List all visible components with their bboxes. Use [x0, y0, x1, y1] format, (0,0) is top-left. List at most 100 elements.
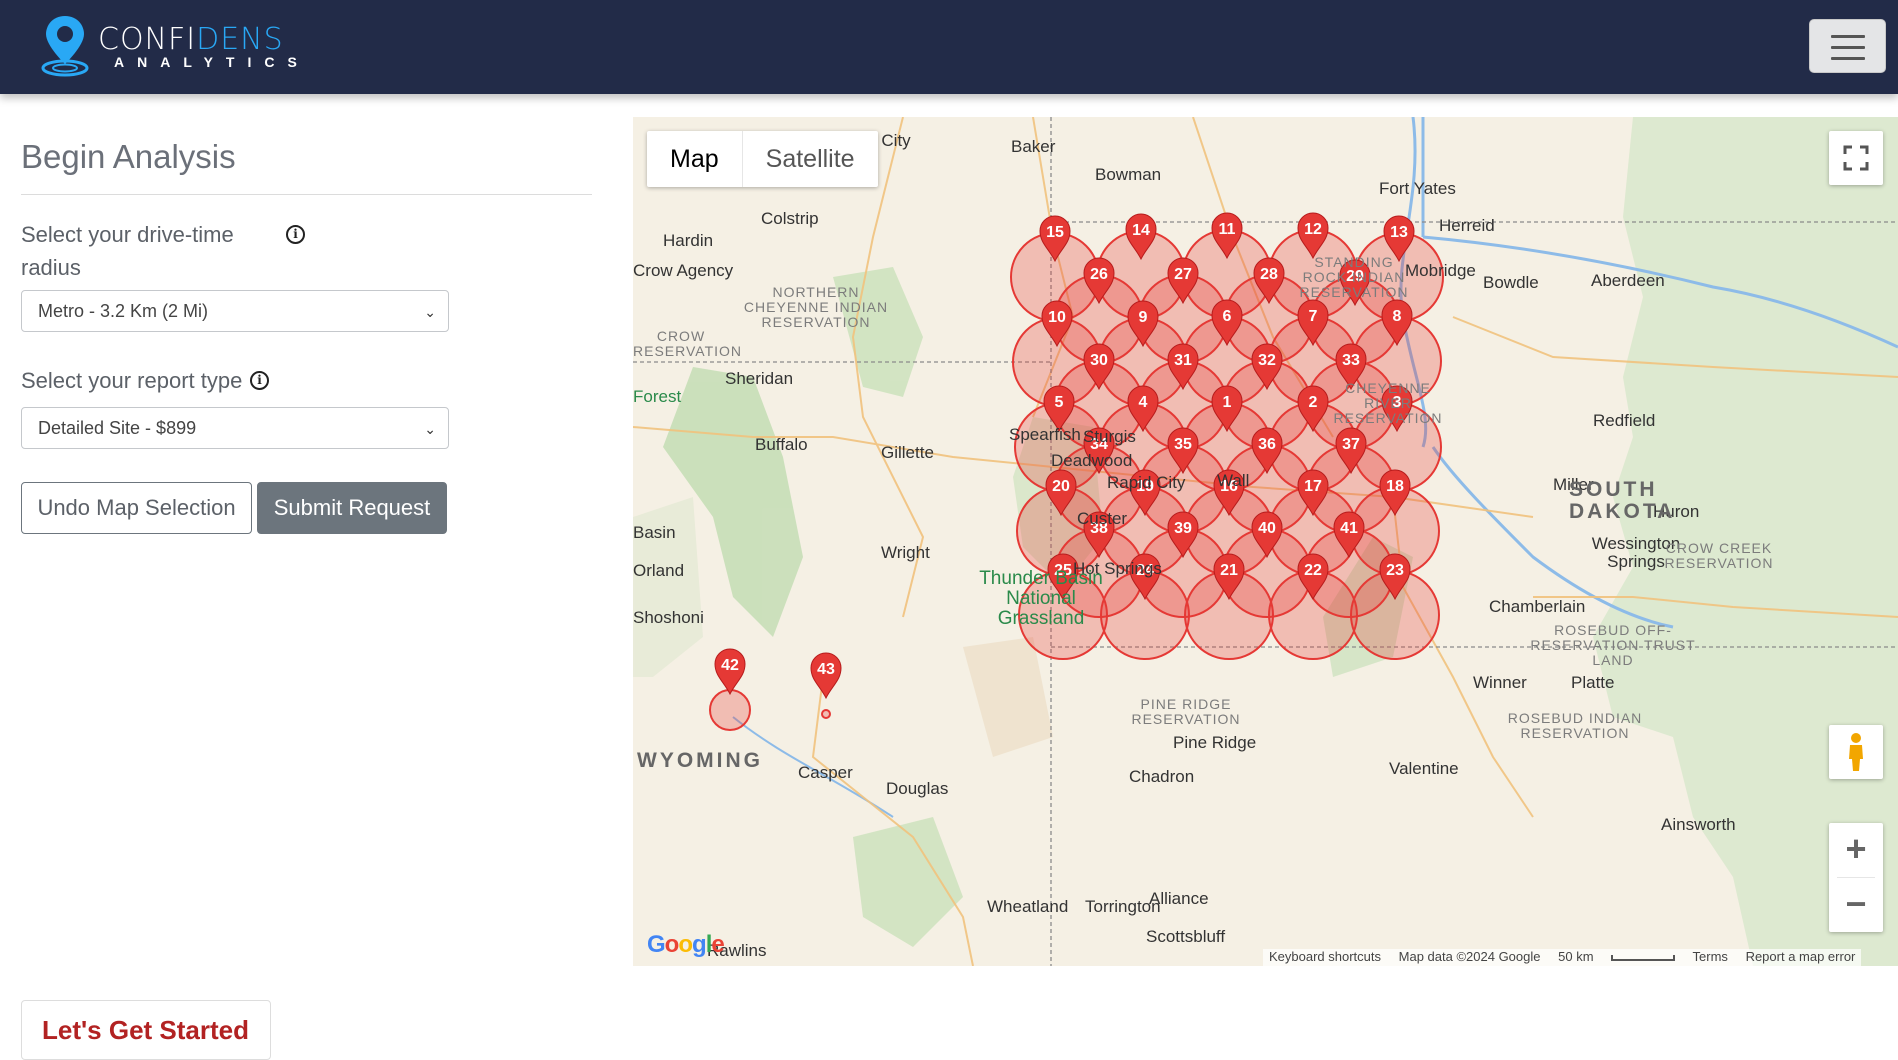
place-label: Redfield — [1593, 411, 1656, 430]
report-type-select-value: Detailed Site - $899 — [38, 418, 197, 438]
place-label: Herreid — [1439, 216, 1495, 235]
place-label: Colstrip — [761, 209, 819, 228]
zoom-control: + − — [1829, 823, 1883, 932]
marker-label: 9 — [1139, 309, 1148, 326]
marker-label: 32 — [1258, 352, 1276, 369]
marker-label: 18 — [1386, 478, 1404, 495]
marker-label: 13 — [1390, 224, 1408, 241]
location-pin-logo-icon — [41, 16, 89, 77]
place-label: Basin — [633, 523, 676, 542]
region-label: NORTHERN CHEYENNE INDIAN RESERVATION — [743, 284, 889, 330]
marker-label: 27 — [1174, 266, 1192, 283]
marker-label: 40 — [1258, 520, 1276, 537]
region-label: STANDING ROCK INDIAN RESERVATION — [1299, 254, 1409, 300]
marker-label: 26 — [1090, 266, 1108, 283]
region-label: PINE RIDGE RESERVATION — [1131, 696, 1241, 727]
info-icon[interactable]: i — [286, 225, 305, 244]
marker-label: 28 — [1260, 266, 1278, 283]
marker-label: 42 — [721, 657, 739, 674]
report-type-select[interactable]: Detailed Site - $899 ⌄ — [21, 407, 449, 449]
marker-label: 21 — [1220, 562, 1238, 579]
brand-logo[interactable]: CONFIDENS ANALYTICS — [40, 10, 330, 80]
place-label: Torrington — [1085, 897, 1161, 916]
google-logo[interactable]: Google — [647, 931, 725, 959]
drive-time-radius-circle — [709, 689, 751, 731]
place-label: Chamberlain — [1489, 597, 1586, 616]
place-label: Hardin — [663, 231, 714, 250]
zoom-out-button[interactable]: − — [1829, 878, 1883, 932]
place-label: Forest — [633, 387, 682, 406]
marker-label: 2 — [1309, 394, 1318, 411]
map-marker-pin-icon[interactable]: 42 — [714, 648, 746, 696]
card-title: Let's Get Started — [42, 1015, 250, 1045]
fullscreen-button[interactable] — [1829, 131, 1883, 185]
marker-label: 1 — [1223, 394, 1232, 411]
zoom-in-button[interactable]: + — [1829, 823, 1883, 877]
map-type-map-button[interactable]: Map — [647, 131, 743, 187]
marker-label: 30 — [1090, 352, 1108, 369]
radius-select[interactable]: Metro - 3.2 Km (2 Mi) ⌄ — [21, 290, 449, 332]
chevron-down-icon: ⌄ — [424, 421, 436, 437]
place-label: Buffalo — [755, 435, 808, 454]
place-label: Deadwood — [1051, 451, 1133, 470]
marker-label: 12 — [1304, 221, 1322, 238]
marker-label: 37 — [1342, 436, 1360, 453]
marker-label: 36 — [1258, 436, 1276, 453]
park-label: Thunder Basin National Grassland — [979, 568, 1103, 629]
marker-label: 41 — [1340, 520, 1358, 537]
scale-bar — [1611, 955, 1676, 961]
place-label: Mobridge — [1405, 261, 1476, 280]
page-title: Begin Analysis — [21, 138, 236, 175]
chevron-down-icon: ⌄ — [424, 304, 436, 320]
place-label: Aberdeen — [1591, 271, 1665, 290]
region-label: ROSEBUD INDIAN RESERVATION — [1507, 710, 1643, 741]
map-marker-pin-icon[interactable]: 43 — [810, 652, 842, 700]
brand-tagline: ANALYTICS — [114, 54, 310, 70]
place-label: Sheridan — [725, 369, 794, 388]
place-label: Douglas — [886, 779, 949, 798]
hamburger-menu-button[interactable] — [1809, 19, 1886, 73]
terms-link[interactable]: Terms — [1693, 949, 1728, 964]
marker-label: 7 — [1309, 308, 1318, 325]
marker-label: 39 — [1174, 520, 1192, 537]
pegman-icon — [1849, 733, 1863, 771]
keyboard-shortcuts-link[interactable]: Keyboard shortcuts — [1269, 949, 1381, 964]
marker-label: 15 — [1046, 224, 1064, 241]
place-label: Casper — [798, 763, 853, 782]
marker-label: 5 — [1055, 394, 1064, 411]
drive-time-radius-circle — [821, 709, 831, 719]
place-label: Ainsworth — [1661, 815, 1736, 834]
place-label: Wall — [1217, 471, 1250, 490]
marker-label: 11 — [1219, 221, 1236, 238]
radius-label: Select your drive-time radius — [21, 222, 234, 280]
marker-label: 20 — [1052, 478, 1070, 495]
place-label: Pine Ridge — [1173, 733, 1257, 752]
place-label: Wright — [881, 543, 930, 562]
place-label: Orland — [633, 561, 685, 580]
submit-request-button[interactable]: Submit Request — [257, 482, 447, 534]
marker-label: 43 — [817, 661, 835, 678]
marker-label: 22 — [1304, 562, 1322, 579]
region-label: CROW CREEK RESERVATION — [1664, 540, 1774, 571]
street-view-pegman-button[interactable] — [1829, 725, 1883, 779]
map-type-control: Map Satellite — [647, 131, 878, 187]
divider — [21, 194, 592, 195]
report-type-label: Select your report type — [21, 368, 243, 393]
map-type-satellite-button[interactable]: Satellite — [743, 131, 878, 187]
place-label: Gillette — [881, 443, 934, 462]
place-label: Custer — [1077, 509, 1128, 528]
place-label: Crow Agency — [633, 261, 734, 280]
region-label: CROW RESERVATION — [633, 328, 743, 359]
undo-map-selection-button[interactable]: Undo Map Selection — [21, 482, 252, 534]
report-map-error-link[interactable]: Report a map error — [1746, 949, 1856, 964]
place-label: Bowman — [1095, 165, 1162, 184]
place-label: Scottsbluff — [1146, 927, 1226, 946]
marker-label: 10 — [1048, 309, 1066, 326]
map-view[interactable]: 1 2 3 4 5 6 7 8 9 10 11 12 13 14 15 16 17 18 19 20 21 22 23 24 2… — [633, 117, 1898, 966]
info-icon[interactable]: i — [250, 371, 269, 390]
marker-label: 17 — [1304, 478, 1322, 495]
marker-label: 6 — [1223, 308, 1232, 325]
top-navbar: CONFIDENS ANALYTICS — [0, 0, 1898, 94]
region-label: CHEYENNE RIVER RESERVATION — [1333, 380, 1443, 426]
place-label: Wheatland — [987, 897, 1069, 916]
